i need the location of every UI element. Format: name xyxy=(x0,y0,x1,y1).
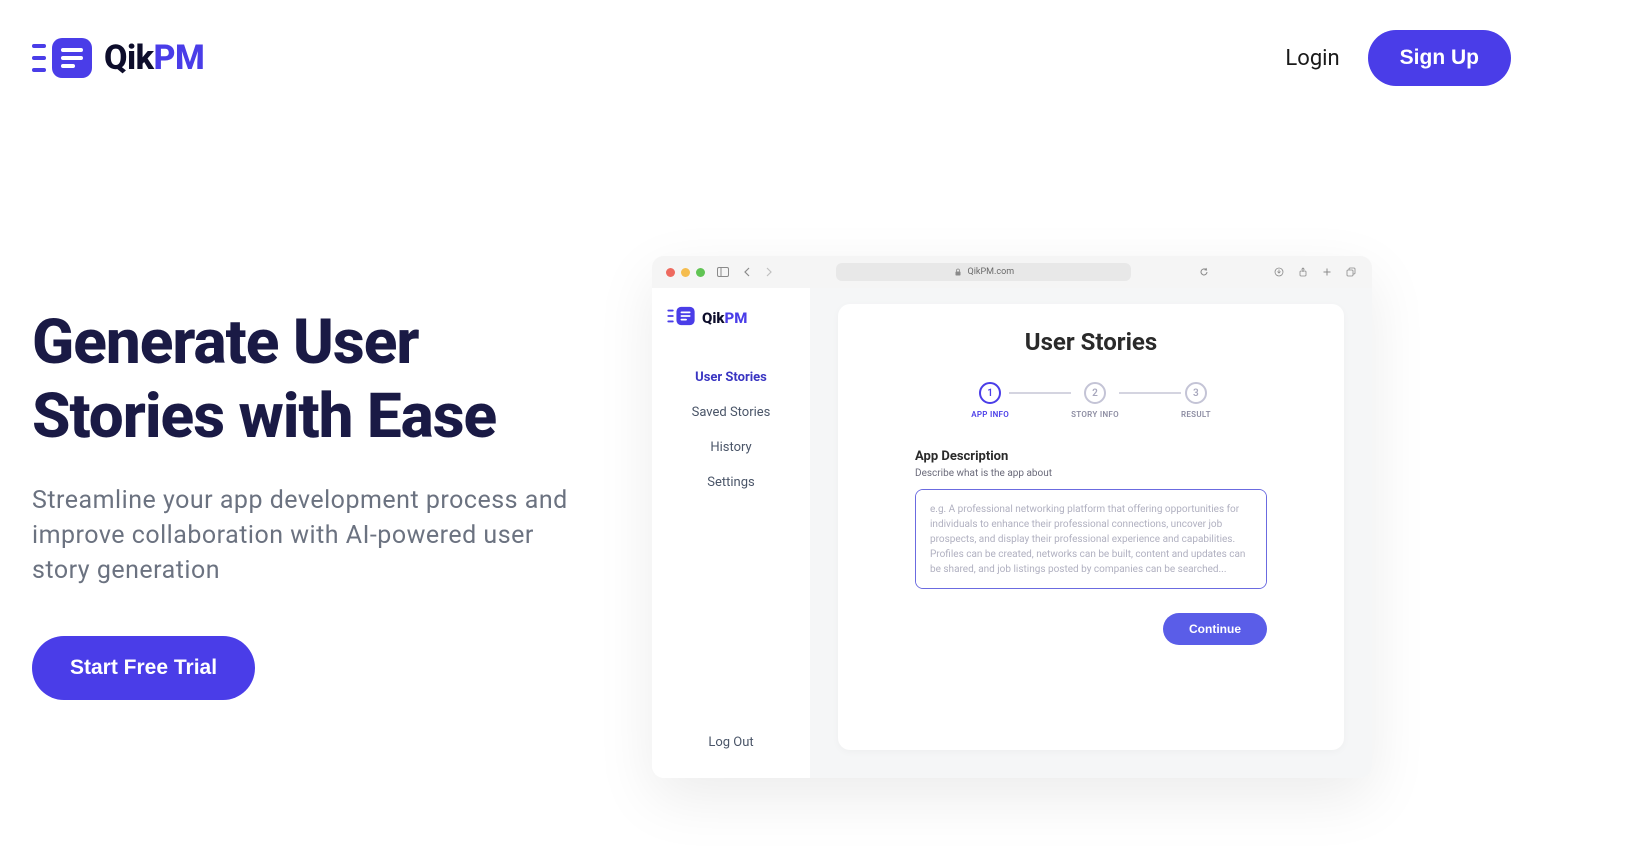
browser-toolbar: QikPM.com xyxy=(652,256,1372,288)
tabs-icon xyxy=(1344,267,1358,277)
app-logo: QikPM xyxy=(652,306,810,360)
close-icon xyxy=(666,268,675,277)
step-number: 2 xyxy=(1084,382,1106,404)
sidebar-item-settings[interactable]: Settings xyxy=(652,465,810,500)
card-title: User Stories xyxy=(870,328,1312,356)
stepper: 1 APP INFO 2 STORY INFO 3 RESU xyxy=(870,382,1312,419)
step-label: APP INFO xyxy=(971,410,1009,419)
step-connector xyxy=(1119,392,1181,394)
address-bar: QikPM.com xyxy=(836,263,1131,281)
app-sidebar: QikPM User Stories Saved Stories History… xyxy=(652,288,810,778)
step-number: 1 xyxy=(979,382,1001,404)
step-number: 3 xyxy=(1185,382,1207,404)
traffic-lights xyxy=(666,268,705,277)
share-icon xyxy=(1296,267,1310,277)
maximize-icon xyxy=(696,268,705,277)
step-label: RESULT xyxy=(1181,410,1211,419)
brand-logo[interactable]: QikPM xyxy=(32,36,204,80)
signup-button[interactable]: Sign Up xyxy=(1368,30,1511,86)
sidebar-item-saved-stories[interactable]: Saved Stories xyxy=(652,395,810,430)
logo-icon xyxy=(32,36,92,80)
main-card: User Stories 1 APP INFO 2 STORY INFO xyxy=(838,304,1344,750)
browser-content: QikPM User Stories Saved Stories History… xyxy=(652,288,1372,778)
continue-button[interactable]: Continue xyxy=(1163,613,1267,645)
minimize-icon xyxy=(681,268,690,277)
sidebar-item-user-stories[interactable]: User Stories xyxy=(652,360,810,395)
app-logo-text: QikPM xyxy=(702,309,747,327)
step-story-info: 2 STORY INFO xyxy=(1071,382,1119,419)
refresh-icon xyxy=(1197,267,1211,277)
hero-section: Generate User Stories with Ease Streamli… xyxy=(0,116,1626,700)
step-result: 3 RESULT xyxy=(1181,382,1211,419)
start-trial-button[interactable]: Start Free Trial xyxy=(32,636,255,700)
step-connector xyxy=(1009,392,1071,394)
form-label: App Description xyxy=(915,449,1267,464)
url-text: QikPM.com xyxy=(968,267,1015,277)
sidebar-item-history[interactable]: History xyxy=(652,430,810,465)
lock-icon xyxy=(954,268,962,276)
app-main: User Stories 1 APP INFO 2 STORY INFO xyxy=(810,288,1372,778)
plus-icon xyxy=(1320,267,1334,277)
download-icon xyxy=(1272,267,1286,277)
browser-mockup: QikPM.com xyxy=(652,256,1372,778)
app-description-input[interactable] xyxy=(915,489,1267,589)
hero-content: Generate User Stories with Ease Streamli… xyxy=(32,176,592,700)
browser-right-icons xyxy=(1272,267,1358,277)
header-actions: Login Sign Up xyxy=(1285,30,1511,86)
sidebar-item-logout[interactable]: Log Out xyxy=(652,725,810,760)
form-sublabel: Describe what is the app about xyxy=(915,468,1267,479)
hero-preview: QikPM.com xyxy=(652,176,1626,700)
login-link[interactable]: Login xyxy=(1285,46,1339,71)
form-section: App Description Describe what is the app… xyxy=(870,449,1312,593)
logo-text: QikPM xyxy=(104,38,204,78)
site-header: QikPM Login Sign Up xyxy=(0,0,1626,116)
hero-subtitle: Streamline your app development process … xyxy=(32,483,592,588)
forward-icon xyxy=(763,267,775,277)
step-app-info: 1 APP INFO xyxy=(971,382,1009,419)
step-label: STORY INFO xyxy=(1071,410,1119,419)
hero-title: Generate User Stories with Ease xyxy=(32,306,592,455)
app-logo-icon xyxy=(666,306,696,330)
sidebar-icon xyxy=(715,267,731,277)
back-icon xyxy=(741,267,753,277)
